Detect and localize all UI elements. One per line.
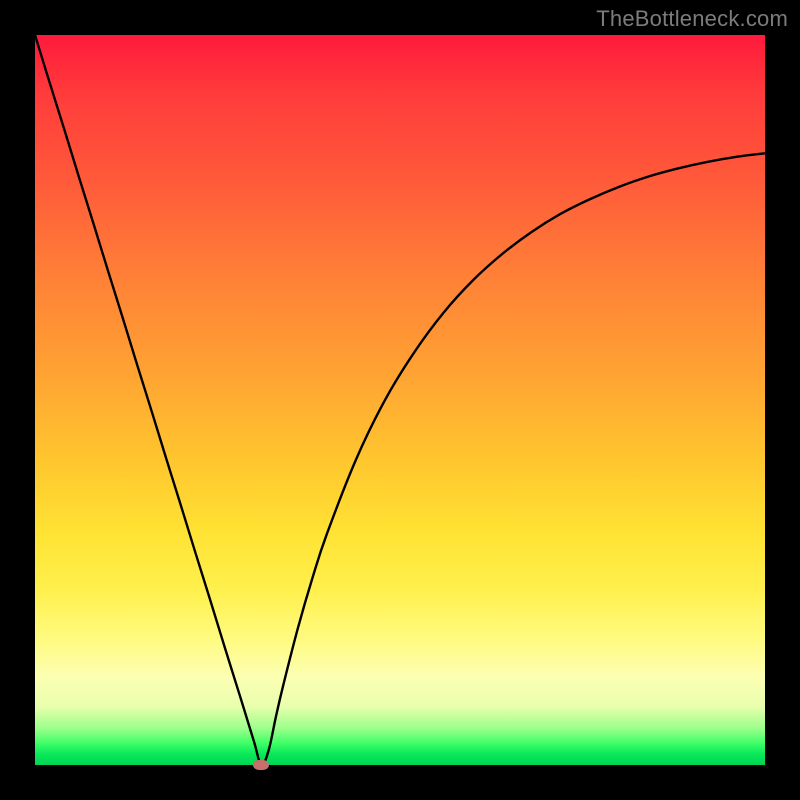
bottleneck-curve-path [35, 35, 765, 765]
watermark-text: TheBottleneck.com [596, 6, 788, 32]
minimum-marker [253, 760, 269, 770]
chart-curve [35, 35, 765, 765]
chart-plot-area [35, 35, 765, 765]
chart-frame: TheBottleneck.com [0, 0, 800, 800]
